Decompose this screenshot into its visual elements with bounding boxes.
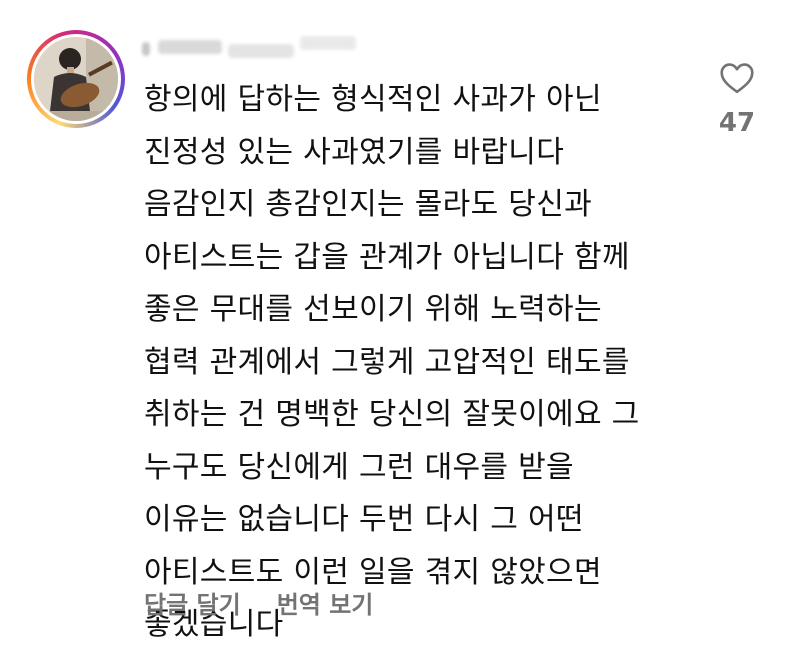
avatar[interactable] — [34, 37, 118, 121]
redaction-blur — [228, 44, 294, 58]
translate-button[interactable]: 번역 보기 — [277, 585, 374, 621]
like-column: 47 — [712, 62, 762, 138]
like-count: 47 — [718, 108, 756, 138]
avatar-photo — [34, 37, 118, 121]
redaction-blur — [300, 36, 356, 50]
redaction-blur — [142, 42, 150, 56]
redaction-blur — [158, 40, 222, 54]
heart-outline-icon[interactable] — [719, 62, 755, 94]
reply-button[interactable]: 답글 달기 — [144, 585, 241, 621]
comment-actions: 답글 달기 번역 보기 — [144, 585, 373, 621]
story-ring[interactable] — [27, 30, 125, 128]
comment-text: 항의에 답하는 형식적인 사과가 아닌 진정성 있는 사과였기를 바랍니다 음감… — [144, 82, 640, 642]
